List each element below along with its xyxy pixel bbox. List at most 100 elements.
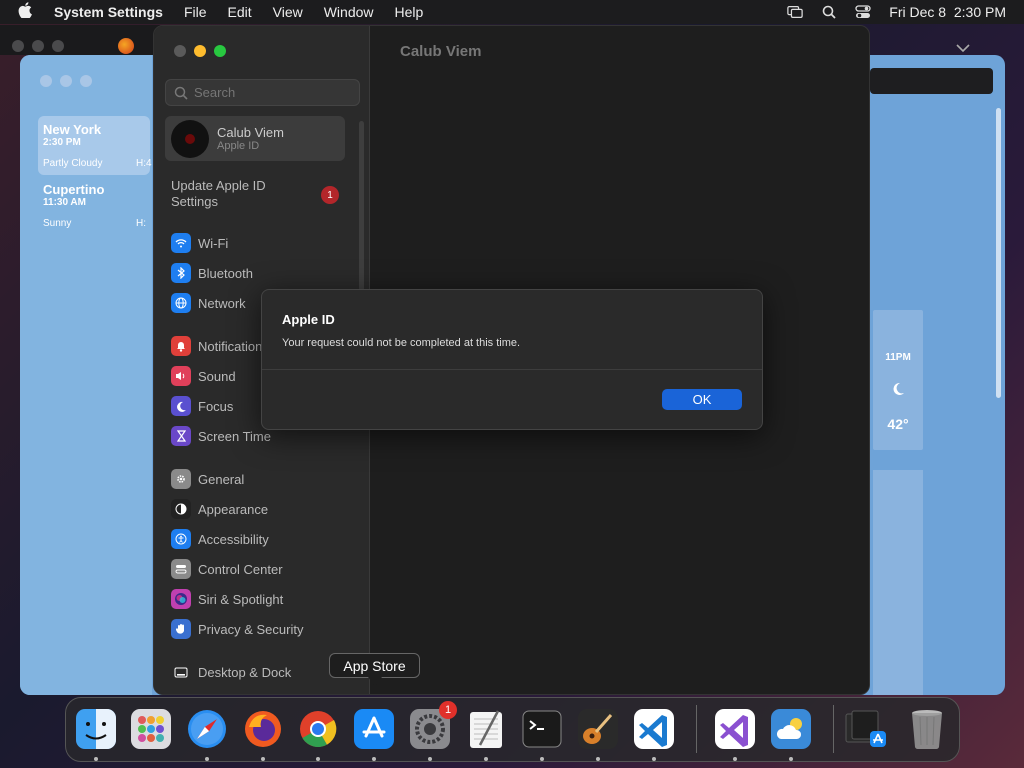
sidebar-item-network[interactable]: Network <box>171 292 246 314</box>
ok-button[interactable]: OK <box>662 389 742 410</box>
city-time: 2:30 PM <box>43 137 81 148</box>
trash-icon[interactable] <box>904 706 950 752</box>
hourglass-icon <box>171 426 191 446</box>
apple-id-account[interactable]: Calub Viem Apple ID <box>165 116 345 161</box>
speaker-icon <box>171 366 191 386</box>
traffic-lights <box>174 45 226 57</box>
textedit-icon[interactable] <box>463 706 509 752</box>
dialog-title: Apple ID <box>282 312 335 327</box>
forecast-card <box>873 470 923 695</box>
hand-icon <box>171 619 191 639</box>
close-button[interactable] <box>174 45 186 57</box>
city-name: Cupertino <box>43 182 105 197</box>
downloads-stack-icon[interactable] <box>843 706 889 752</box>
update-badge: 1 <box>321 186 339 204</box>
apple-menu-icon[interactable] <box>18 2 38 22</box>
running-indicator <box>428 757 432 761</box>
city-item-new-york[interactable]: New York 2:30 PM Partly Cloudy H:4 <box>38 116 152 175</box>
sidebar-item-label: Screen Time <box>198 428 271 444</box>
appearance-icon <box>171 499 191 519</box>
minimize-button[interactable] <box>194 45 206 57</box>
sidebar-item-bluetooth[interactable]: Bluetooth <box>171 262 253 284</box>
sidebar-item-screen-time[interactable]: Screen Time <box>171 425 271 447</box>
sidebar-item-label: Notifications <box>198 338 269 354</box>
sidebar-item-label: Appearance <box>198 501 269 517</box>
wifi-icon <box>171 233 191 253</box>
weather-scrollbar[interactable] <box>996 108 1001 398</box>
sidebar-item-label: Sound <box>198 368 236 384</box>
sidebar-item-label: Privacy & Security <box>198 621 304 637</box>
guitar-icon[interactable] <box>575 706 621 752</box>
weather-maximize-button[interactable] <box>80 75 92 87</box>
terminal-icon[interactable] <box>519 706 565 752</box>
running-indicator <box>540 757 544 761</box>
sidebar-item-notifications[interactable]: Notifications <box>171 335 269 357</box>
spotlight-search-icon[interactable] <box>821 5 837 19</box>
sidebar-item-label: Bluetooth <box>198 265 253 281</box>
city-condition: Partly Cloudy H:4 <box>43 158 152 169</box>
sidebar-item-label: General <box>198 471 245 487</box>
city-name: New York <box>43 122 102 137</box>
sidebar-item-general[interactable]: General <box>171 468 244 490</box>
sidebar-item-wi-fi[interactable]: Wi-Fi <box>171 232 228 254</box>
vscode-icon[interactable] <box>631 706 677 752</box>
launchpad-icon[interactable] <box>128 706 174 752</box>
weather-close-button[interactable] <box>40 75 52 87</box>
weather-icon[interactable] <box>768 706 814 752</box>
menu-bar-clock[interactable]: Fri Dec 8 2:30 PM <box>889 4 1006 20</box>
sidebar-item-label: Network <box>198 295 246 311</box>
running-indicator <box>596 757 600 761</box>
dock-tooltip: App Store <box>329 653 420 678</box>
menu-view[interactable]: View <box>273 4 303 20</box>
account-name: Calub Viem <box>217 125 284 140</box>
control-center-icon[interactable] <box>855 5 871 19</box>
bell-icon <box>171 336 191 356</box>
dialog-message: Your request could not be completed at t… <box>282 337 521 349</box>
app-store-icon[interactable] <box>351 706 397 752</box>
running-indicator <box>94 757 98 761</box>
weather-minimize-button[interactable] <box>60 75 72 87</box>
sidebar-item-siri-spotlight[interactable]: Siri & Spotlight <box>171 588 283 610</box>
sidebar-item-privacy-security[interactable]: Privacy & Security <box>171 618 303 640</box>
avatar <box>171 119 209 158</box>
firefox-icon[interactable] <box>240 706 286 752</box>
sidebar-item-sound[interactable]: Sound <box>171 365 236 387</box>
sidebar-item-label: Desktop & Dock <box>198 664 292 680</box>
accessibility-icon <box>171 529 191 549</box>
dock-icon <box>171 662 191 682</box>
visual-studio-icon[interactable] <box>712 706 758 752</box>
menu-help[interactable]: Help <box>395 4 424 20</box>
sidebar-item-focus[interactable]: Focus <box>171 395 233 417</box>
running-indicator <box>652 757 656 761</box>
sidebar-item-appearance[interactable]: Appearance <box>171 498 268 520</box>
menu-edit[interactable]: Edit <box>228 4 252 20</box>
finder-icon[interactable] <box>73 706 119 752</box>
gear-icon <box>171 469 191 489</box>
sidebar-scrollbar[interactable] <box>359 121 364 291</box>
menu-bar: System Settings File Edit View Window He… <box>0 0 1024 24</box>
search-field[interactable] <box>165 79 360 106</box>
menu-file[interactable]: File <box>184 4 207 20</box>
sidebar-item-accessibility[interactable]: Accessibility <box>171 528 269 550</box>
app-name-menu[interactable]: System Settings <box>54 4 163 20</box>
city-item-cupertino[interactable]: Cupertino 11:30 AM Sunny H: <box>38 176 150 235</box>
bluetooth-icon <box>171 263 191 283</box>
page-title: Calub Viem <box>400 43 482 60</box>
maximize-button[interactable] <box>214 45 226 57</box>
sidebar-item-label: Siri & Spotlight <box>198 591 284 607</box>
tooltip-arrow <box>368 677 382 686</box>
sidebar-item-control-center[interactable]: Control Center <box>171 558 283 580</box>
sidebar-item-label: Wi-Fi <box>198 235 229 251</box>
bg-maximize-button <box>52 40 64 52</box>
bg-close-button <box>12 40 24 52</box>
search-input[interactable] <box>194 85 354 100</box>
screen-mirroring-icon[interactable] <box>787 5 804 19</box>
update-apple-id-settings[interactable]: Update Apple ID Settings <box>171 178 301 210</box>
chrome-icon[interactable] <box>295 706 341 752</box>
safari-icon[interactable] <box>184 706 230 752</box>
menu-window[interactable]: Window <box>324 4 374 20</box>
firefox-tab-icon <box>118 38 134 54</box>
background-window-titlebar <box>0 25 160 55</box>
sidebar-item-desktop-dock[interactable]: Desktop & Dock <box>171 661 291 683</box>
globe-icon <box>171 293 191 313</box>
